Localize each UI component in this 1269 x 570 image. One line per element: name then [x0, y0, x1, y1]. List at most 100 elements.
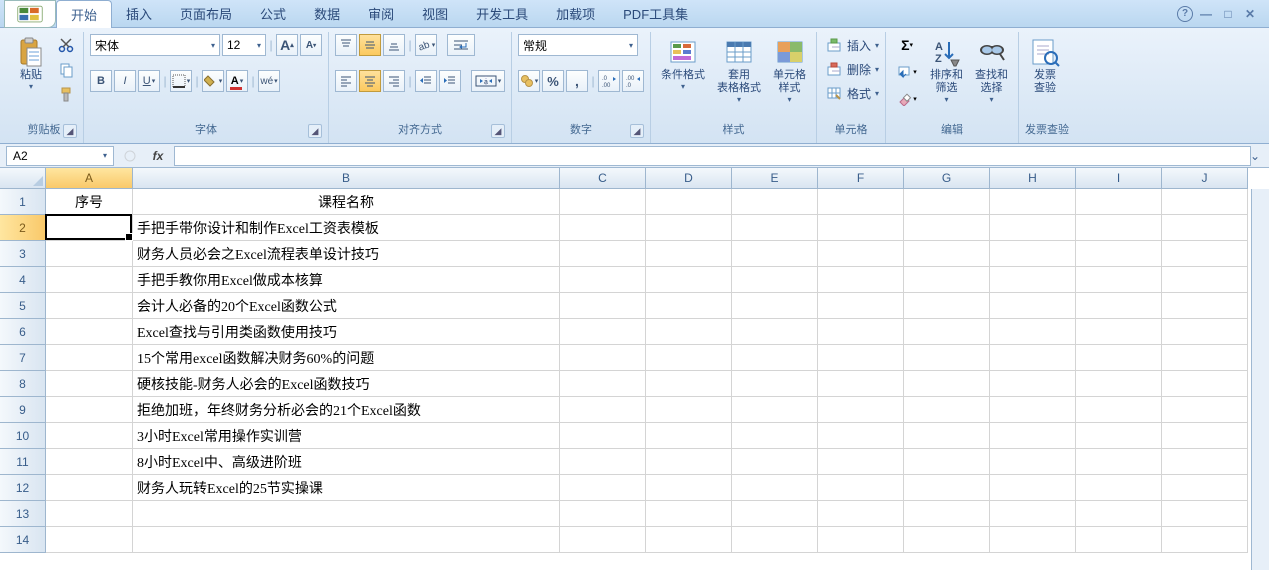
- cell-B2[interactable]: 手把手带你设计和制作Excel工资表模板: [133, 215, 560, 241]
- cell-E6[interactable]: [732, 319, 818, 345]
- cell-B1[interactable]: 课程名称: [133, 189, 560, 215]
- cell-D12[interactable]: [646, 475, 732, 501]
- cell-B6[interactable]: Excel查找与引用类函数使用技巧: [133, 319, 560, 345]
- align-left-button[interactable]: [335, 70, 357, 92]
- cell-E4[interactable]: [732, 267, 818, 293]
- cell-F1[interactable]: [818, 189, 904, 215]
- percent-button[interactable]: %: [542, 70, 564, 92]
- cell-I7[interactable]: [1076, 345, 1162, 371]
- dialog-launcher-icon[interactable]: ◢: [491, 124, 505, 138]
- cell-A6[interactable]: [46, 319, 133, 345]
- cell-F9[interactable]: [818, 397, 904, 423]
- cell-E2[interactable]: [732, 215, 818, 241]
- cell-J5[interactable]: [1162, 293, 1248, 319]
- currency-button[interactable]: ▾: [518, 70, 540, 92]
- formula-input[interactable]: [174, 146, 1251, 166]
- cell-G14[interactable]: [904, 527, 990, 553]
- cell-D4[interactable]: [646, 267, 732, 293]
- cell-I13[interactable]: [1076, 501, 1162, 527]
- cell-I1[interactable]: [1076, 189, 1162, 215]
- align-center-button[interactable]: [359, 70, 381, 92]
- copy-button[interactable]: [55, 59, 77, 81]
- expand-formula-bar-icon[interactable]: ⌄: [1247, 148, 1263, 164]
- find-select-button[interactable]: 查找和 选择▾: [971, 34, 1012, 106]
- conditional-format-button[interactable]: 条件格式▾: [657, 34, 709, 93]
- cell-I8[interactable]: [1076, 371, 1162, 397]
- align-bottom-button[interactable]: [383, 34, 405, 56]
- cell-I5[interactable]: [1076, 293, 1162, 319]
- cell-C9[interactable]: [560, 397, 646, 423]
- cell-F8[interactable]: [818, 371, 904, 397]
- col-header-I[interactable]: I: [1076, 168, 1162, 189]
- bold-button[interactable]: B: [90, 70, 112, 92]
- cell-F4[interactable]: [818, 267, 904, 293]
- close-icon[interactable]: ✕: [1241, 6, 1259, 22]
- cut-button[interactable]: [55, 34, 77, 56]
- autosum-button[interactable]: Σ▾: [892, 34, 922, 56]
- tab-0[interactable]: 开始: [56, 0, 112, 28]
- paste-button[interactable]: 粘贴 ▾: [11, 34, 51, 93]
- format-as-table-button[interactable]: 套用 表格格式▾: [713, 34, 765, 106]
- cell-B10[interactable]: 3小时Excel常用操作实训营: [133, 423, 560, 449]
- cell-A13[interactable]: [46, 501, 133, 527]
- tab-8[interactable]: 加载项: [542, 0, 609, 28]
- col-header-F[interactable]: F: [818, 168, 904, 189]
- align-middle-button[interactable]: [359, 34, 381, 56]
- cell-I9[interactable]: [1076, 397, 1162, 423]
- fill-button[interactable]: ▾: [892, 61, 922, 83]
- comma-button[interactable]: ,: [566, 70, 588, 92]
- cell-D1[interactable]: [646, 189, 732, 215]
- cell-J6[interactable]: [1162, 319, 1248, 345]
- cell-G1[interactable]: [904, 189, 990, 215]
- cell-A14[interactable]: [46, 527, 133, 553]
- cell-E5[interactable]: [732, 293, 818, 319]
- cell-B9[interactable]: 拒绝加班，年终财务分析必会的21个Excel函数: [133, 397, 560, 423]
- merge-center-button[interactable]: a▾: [471, 70, 505, 92]
- cell-A3[interactable]: [46, 241, 133, 267]
- cell-G8[interactable]: [904, 371, 990, 397]
- fill-color-button[interactable]: ▾: [202, 70, 224, 92]
- cell-D9[interactable]: [646, 397, 732, 423]
- cell-E13[interactable]: [732, 501, 818, 527]
- tab-4[interactable]: 数据: [300, 0, 354, 28]
- decrease-decimal-button[interactable]: .00.0: [622, 70, 644, 92]
- cell-D6[interactable]: [646, 319, 732, 345]
- cell-C3[interactable]: [560, 241, 646, 267]
- cell-B8[interactable]: 硬核技能-财务人必会的Excel函数技巧: [133, 371, 560, 397]
- cell-C14[interactable]: [560, 527, 646, 553]
- cell-D13[interactable]: [646, 501, 732, 527]
- cell-J10[interactable]: [1162, 423, 1248, 449]
- cell-J11[interactable]: [1162, 449, 1248, 475]
- cell-A4[interactable]: [46, 267, 133, 293]
- cell-D8[interactable]: [646, 371, 732, 397]
- cell-B13[interactable]: [133, 501, 560, 527]
- row-header-8[interactable]: 8: [0, 371, 46, 397]
- cell-F2[interactable]: [818, 215, 904, 241]
- cell-F6[interactable]: [818, 319, 904, 345]
- cell-C4[interactable]: [560, 267, 646, 293]
- cell-J7[interactable]: [1162, 345, 1248, 371]
- select-all-corner[interactable]: [0, 168, 46, 189]
- align-top-button[interactable]: [335, 34, 357, 56]
- row-header-4[interactable]: 4: [0, 267, 46, 293]
- cell-B4[interactable]: 手把手教你用Excel做成本核算: [133, 267, 560, 293]
- increase-decimal-button[interactable]: .0.00: [598, 70, 620, 92]
- cell-C8[interactable]: [560, 371, 646, 397]
- cell-B3[interactable]: 财务人员必会之Excel流程表单设计技巧: [133, 241, 560, 267]
- dialog-launcher-icon[interactable]: ◢: [308, 124, 322, 138]
- cell-I3[interactable]: [1076, 241, 1162, 267]
- cell-B11[interactable]: 8小时Excel中、高级进阶班: [133, 449, 560, 475]
- col-header-C[interactable]: C: [560, 168, 646, 189]
- row-header-13[interactable]: 13: [0, 501, 46, 527]
- italic-button[interactable]: I: [114, 70, 136, 92]
- cell-A7[interactable]: [46, 345, 133, 371]
- cell-F12[interactable]: [818, 475, 904, 501]
- cell-G12[interactable]: [904, 475, 990, 501]
- font-name-combo[interactable]: 宋体▾: [90, 34, 220, 56]
- cell-H8[interactable]: [990, 371, 1076, 397]
- col-header-B[interactable]: B: [133, 168, 560, 189]
- cell-C6[interactable]: [560, 319, 646, 345]
- row-header-6[interactable]: 6: [0, 319, 46, 345]
- cell-F11[interactable]: [818, 449, 904, 475]
- format-painter-button[interactable]: [55, 84, 77, 106]
